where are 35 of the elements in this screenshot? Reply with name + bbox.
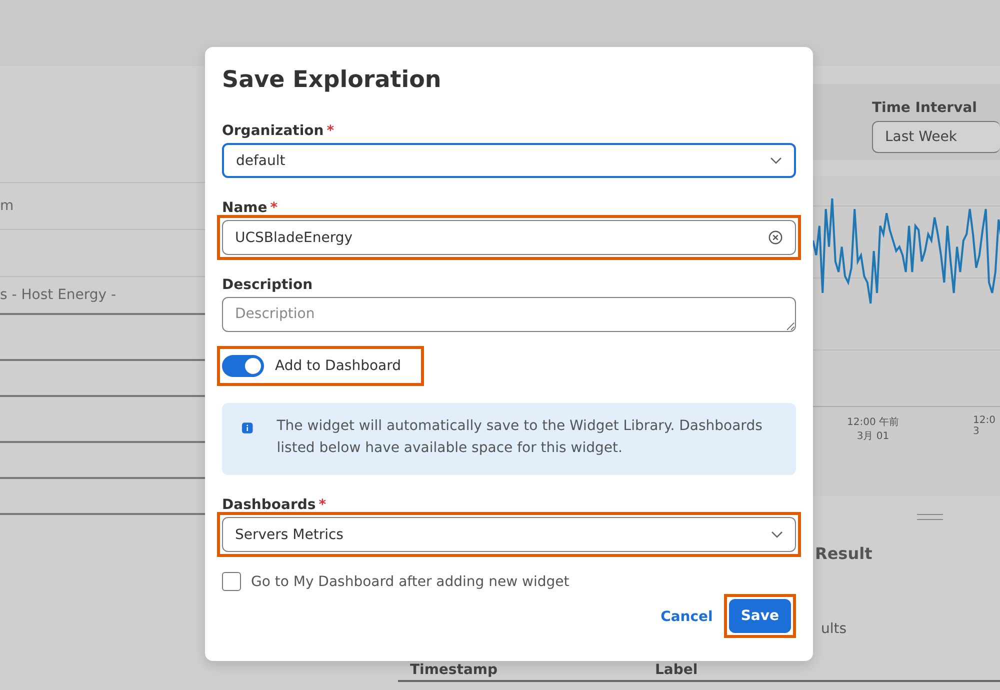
column-header: Label (655, 662, 698, 678)
required-mark: * (318, 497, 326, 513)
section-title: Result (815, 544, 874, 563)
field-label: Name (222, 200, 268, 216)
info-text: The widget will automatically save to the Widget Library. Dashboards listed below have available space for this widget. (276, 417, 764, 458)
organization-select[interactable]: default (222, 143, 796, 178)
toggle-switch[interactable] (222, 355, 264, 377)
chevron-down-icon (771, 530, 783, 538)
clear-icon[interactable] (768, 230, 783, 245)
chevron-down-icon (770, 156, 782, 164)
time-interval-select[interactable]: Last Week (872, 121, 1000, 153)
dashboards-select[interactable]: Servers Metrics (222, 517, 796, 552)
dialog-title: Save Exploration (222, 67, 442, 93)
axis-tick-label: 12:0 (973, 415, 996, 426)
field-label: Time Interval (872, 100, 978, 116)
checkbox-label: Go to My Dashboard after adding new widget (251, 574, 570, 590)
save-button[interactable]: Save (728, 599, 791, 633)
row-text: s - Host Energy - (0, 287, 116, 303)
required-mark: * (270, 200, 278, 216)
resize-handle[interactable] (917, 514, 943, 520)
results-text: ults (821, 621, 848, 637)
axis-tick-label: 3 (973, 426, 980, 437)
axis-tick-label: 3月 01 (856, 430, 890, 443)
name-input[interactable]: UCSBladeEnergy (222, 220, 796, 255)
row-text: m (0, 198, 14, 214)
description-field[interactable]: Description (222, 297, 796, 332)
axis-tick-label: 12:00 午前 (847, 416, 899, 429)
field-label: Organization (222, 123, 324, 139)
field-label: Dashboards (222, 497, 316, 513)
cancel-button[interactable]: Cancel (654, 608, 719, 626)
column-header: Timestamp (410, 662, 499, 678)
checkbox[interactable] (222, 572, 241, 591)
required-mark: * (326, 123, 334, 139)
field-label: Description (222, 277, 313, 293)
toggle-label: Add to Dashboard (275, 358, 402, 374)
